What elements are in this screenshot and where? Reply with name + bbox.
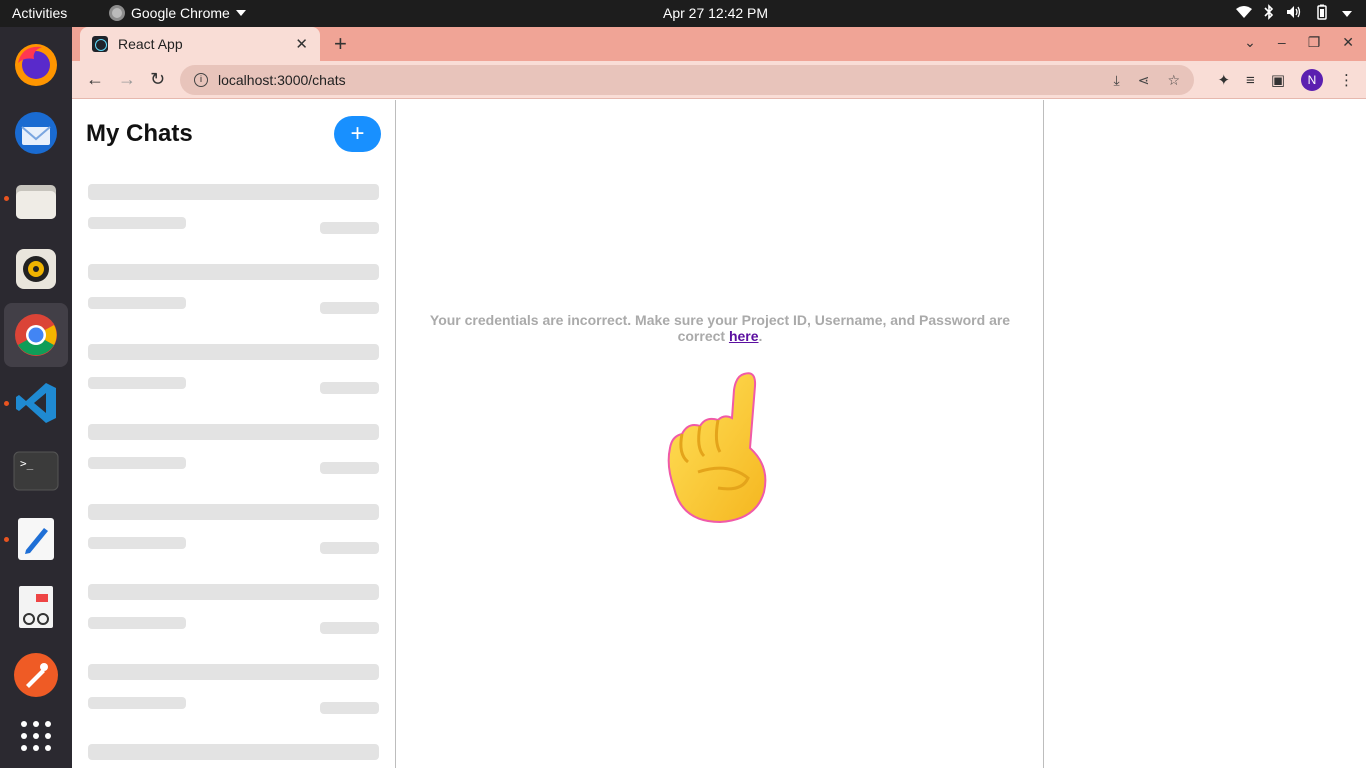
- app-grid-icon: [21, 721, 51, 751]
- chevron-down-icon: [1342, 10, 1352, 17]
- skeleton-bar: [88, 537, 186, 549]
- dock-vscode[interactable]: [4, 371, 68, 435]
- skeleton-bar: [88, 264, 379, 280]
- thunderbird-icon: [15, 112, 57, 154]
- skeleton-bar: [320, 302, 379, 314]
- chevron-down-icon[interactable]: ⌄: [1244, 34, 1256, 51]
- terminal-icon: >_: [13, 451, 59, 491]
- speaker-icon: [16, 249, 56, 289]
- side-panel-icon[interactable]: ▣: [1271, 71, 1285, 89]
- address-bar[interactable]: i localhost:3000/chats ⤓ ⋖ ☆: [180, 65, 1194, 95]
- app-menu-label: Google Chrome: [131, 5, 230, 21]
- close-icon[interactable]: ✕: [295, 35, 308, 53]
- chat-list-sidebar: My Chats +: [72, 100, 396, 768]
- system-top-bar: Activities Google Chrome Apr 27 12:42 PM: [0, 0, 1366, 27]
- skeleton-bar: [88, 344, 379, 360]
- battery-icon: [1314, 4, 1330, 23]
- skeleton-bar: [320, 462, 379, 474]
- skeleton-bar: [320, 702, 379, 714]
- info-icon[interactable]: i: [194, 73, 208, 87]
- page-content: My Chats + Your credentials are incorrec…: [72, 100, 1366, 768]
- dock-text-editor[interactable]: [4, 507, 68, 571]
- react-favicon-icon: [92, 36, 108, 52]
- minimize-icon[interactable]: –: [1278, 34, 1286, 51]
- dock: >_: [0, 27, 72, 768]
- vscode-icon: [16, 383, 56, 423]
- dock-thunderbird[interactable]: [4, 101, 68, 165]
- tab-title: React App: [118, 36, 183, 52]
- chrome-icon: [15, 314, 57, 356]
- firefox-icon: [15, 44, 57, 86]
- document-viewer-icon: [19, 586, 53, 628]
- skeleton-bar: [320, 382, 379, 394]
- toolbar-actions: ✦ ≡ ▣ N ⋮: [1217, 69, 1354, 91]
- volume-icon: [1286, 5, 1302, 22]
- svg-text:>_: >_: [20, 457, 34, 470]
- system-tray[interactable]: [1236, 4, 1352, 23]
- skeleton-bar: [88, 697, 186, 709]
- skeleton-bar: [88, 457, 186, 469]
- skeleton-bar: [88, 664, 379, 680]
- skeleton-bar: [88, 297, 186, 309]
- share-icon[interactable]: ⋖: [1138, 72, 1150, 89]
- activities-button[interactable]: Activities: [12, 5, 67, 21]
- skeleton-bar: [88, 504, 379, 520]
- skeleton-bar: [88, 584, 379, 600]
- close-window-icon[interactable]: ✕: [1342, 34, 1354, 51]
- new-chat-button[interactable]: +: [334, 116, 381, 152]
- forward-arrow-icon[interactable]: →: [118, 69, 136, 90]
- pointing-up-hand-icon: [667, 372, 767, 524]
- chat-feed: Your credentials are incorrect. Make sur…: [396, 100, 1044, 768]
- skeleton-bar: [88, 217, 186, 229]
- wifi-icon: [1236, 5, 1252, 22]
- folder-icon: [16, 185, 56, 219]
- error-message-period: .: [758, 328, 763, 344]
- reload-icon[interactable]: ↻: [150, 69, 165, 90]
- new-tab-button[interactable]: +: [334, 31, 347, 57]
- dock-rhythmbox[interactable]: [4, 237, 68, 301]
- error-message: Your credentials are incorrect. Make sur…: [416, 312, 1024, 344]
- more-menu-icon[interactable]: ⋮: [1339, 71, 1354, 89]
- skeleton-bar: [88, 744, 379, 760]
- skeleton-bar: [88, 184, 379, 200]
- restore-icon[interactable]: ❐: [1308, 34, 1321, 51]
- browser-toolbar: ← → ↻ i localhost:3000/chats ⤓ ⋖ ☆ ✦ ≡ ▣…: [72, 61, 1366, 99]
- dock-firefox[interactable]: [4, 33, 68, 97]
- bluetooth-icon: [1264, 4, 1274, 23]
- tab-react-app[interactable]: React App ✕: [80, 27, 320, 61]
- install-icon[interactable]: ⤓: [1114, 72, 1120, 89]
- dock-terminal[interactable]: >_: [4, 439, 68, 503]
- dock-show-apps[interactable]: [4, 704, 68, 768]
- dock-chrome[interactable]: [4, 303, 68, 367]
- media-queue-icon[interactable]: ≡: [1246, 72, 1255, 89]
- text-editor-icon: [18, 518, 54, 560]
- chrome-icon: [109, 5, 125, 21]
- skeleton-bar: [320, 542, 379, 554]
- url-text[interactable]: localhost:3000/chats: [218, 72, 346, 88]
- clock[interactable]: Apr 27 12:42 PM: [663, 5, 768, 21]
- window-controls: ⌄ – ❐ ✕: [1244, 34, 1354, 51]
- page-title: My Chats: [86, 120, 193, 147]
- tab-strip: React App ✕ + ⌄ – ❐ ✕: [72, 27, 1366, 61]
- skeleton-bar: [320, 622, 379, 634]
- back-arrow-icon[interactable]: ←: [86, 69, 104, 90]
- postman-icon: [14, 653, 58, 697]
- skeleton-bar: [88, 424, 379, 440]
- skeleton-bar: [88, 617, 186, 629]
- error-message-text: Your credentials are incorrect. Make sur…: [429, 312, 1011, 344]
- app-menu[interactable]: Google Chrome: [109, 5, 246, 21]
- extensions-icon[interactable]: ✦: [1217, 71, 1230, 89]
- skeleton-bar: [88, 377, 186, 389]
- dock-document-viewer[interactable]: [4, 575, 68, 639]
- profile-avatar[interactable]: N: [1301, 69, 1323, 91]
- dock-files[interactable]: [4, 169, 68, 233]
- bookmark-star-icon[interactable]: ☆: [1167, 72, 1180, 89]
- credentials-link[interactable]: here: [729, 328, 759, 344]
- dock-postman[interactable]: [4, 643, 68, 707]
- chevron-down-icon: [235, 10, 246, 16]
- skeleton-bar: [320, 222, 379, 234]
